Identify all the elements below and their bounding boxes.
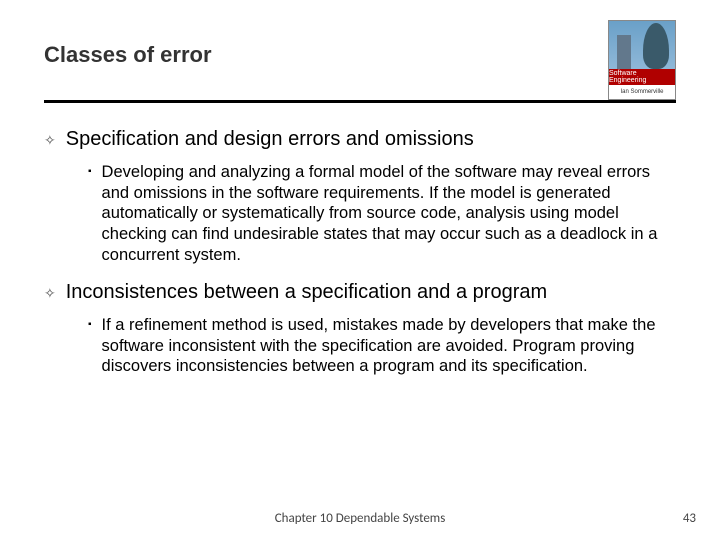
cover-gherkin bbox=[643, 23, 669, 69]
slide-title: Classes of error bbox=[44, 42, 676, 68]
cover-author: Ian Sommerville bbox=[609, 85, 675, 99]
slide: Classes of error Software Engineering Ia… bbox=[0, 0, 720, 540]
section-heading-2-text: Inconsistences between a specification a… bbox=[66, 281, 547, 304]
diamond-bullet-icon: ✧ bbox=[44, 128, 56, 152]
sub-bullet-1-text: Developing and analyzing a formal model … bbox=[102, 162, 676, 265]
book-cover-thumbnail: Software Engineering Ian Sommerville bbox=[608, 20, 676, 100]
sub-bullet-1: ▪ Developing and analyzing a formal mode… bbox=[88, 162, 676, 265]
content-area: ✧ Specification and design errors and om… bbox=[44, 128, 676, 393]
footer-text: Chapter 10 Dependable Systems bbox=[275, 511, 446, 526]
footer: Chapter 10 Dependable Systems bbox=[0, 511, 720, 526]
cover-building bbox=[617, 35, 631, 69]
square-bullet-icon: ▪ bbox=[88, 162, 92, 265]
section-heading-1: ✧ Specification and design errors and om… bbox=[44, 128, 676, 152]
square-bullet-icon: ▪ bbox=[88, 315, 92, 377]
sub-bullet-2: ▪ If a refinement method is used, mistak… bbox=[88, 315, 676, 377]
diamond-bullet-icon: ✧ bbox=[44, 281, 56, 305]
section-heading-1-text: Specification and design errors and omis… bbox=[66, 128, 474, 151]
section-heading-2: ✧ Inconsistences between a specification… bbox=[44, 281, 676, 305]
title-underline bbox=[44, 100, 676, 103]
sub-bullet-2-text: If a refinement method is used, mistakes… bbox=[102, 315, 676, 377]
cover-title: Software Engineering bbox=[609, 69, 675, 85]
page-number: 43 bbox=[683, 511, 696, 526]
